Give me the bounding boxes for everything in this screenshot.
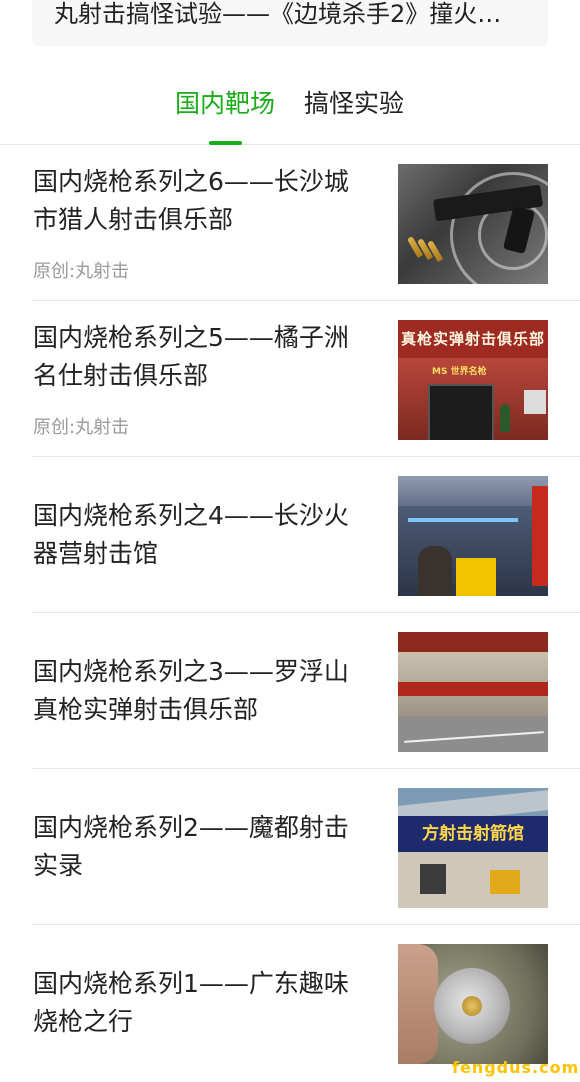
article-title: 国内烧枪系列之6——长沙城市猎人射击俱乐部 bbox=[33, 167, 349, 234]
article-title: 国内烧枪系列1——广东趣味烧枪之行 bbox=[33, 969, 349, 1036]
people-figures bbox=[418, 546, 452, 596]
article-title: 国内烧枪系列2——魔都射击实录 bbox=[33, 813, 349, 880]
tab-funny-experiments[interactable]: 搞怪实验 bbox=[304, 84, 404, 120]
article-item[interactable]: 国内烧枪系列之5——橘子洲名仕射击俱乐部 原创:丸射击 真枪实弹射击俱乐部 MS… bbox=[0, 301, 580, 457]
storefront-small-sign: MS 世界名枪 bbox=[432, 367, 487, 377]
air-conditioner bbox=[524, 390, 546, 414]
article-thumbnail: 方射击射箭馆 bbox=[398, 788, 548, 908]
ceiling bbox=[398, 476, 548, 506]
shop-sign: 方射击射箭馆 bbox=[398, 816, 548, 852]
article-title: 国内烧枪系列之4——长沙火器营射击馆 bbox=[33, 501, 349, 568]
red-sign bbox=[532, 486, 548, 586]
building-top-sign bbox=[398, 632, 548, 652]
article-item[interactable]: 国内烧枪系列2——魔都射击实录 方射击射箭馆 bbox=[0, 769, 580, 925]
poster-board bbox=[456, 558, 496, 596]
article-item[interactable]: 国内烧枪系列之3——罗浮山真枪实弹射击俱乐部 bbox=[0, 613, 580, 769]
shell-primer bbox=[462, 996, 482, 1016]
storefront-sign: 真枪实弹射击俱乐部 bbox=[398, 320, 548, 358]
article-meta: 原创:丸射击 bbox=[33, 261, 130, 282]
article-thumbnail bbox=[398, 632, 548, 752]
shop-window bbox=[420, 864, 446, 894]
article-title: 国内烧枪系列之3——罗浮山真枪实弹射击俱乐部 bbox=[33, 657, 349, 724]
article-thumbnail bbox=[398, 476, 548, 596]
tab-domestic-range[interactable]: 国内靶场 bbox=[175, 84, 275, 120]
article-thumbnail bbox=[398, 944, 548, 1064]
shop-banner bbox=[398, 682, 548, 696]
watermark: fengdus.com bbox=[452, 1058, 580, 1077]
person-figure bbox=[500, 404, 510, 432]
article-thumbnail: 真枪实弹射击俱乐部 MS 世界名枪 bbox=[398, 320, 548, 440]
storefront-door bbox=[428, 384, 494, 440]
article-item[interactable]: 国内烧枪系列之4——长沙火器营射击馆 bbox=[0, 457, 580, 613]
finger bbox=[398, 944, 438, 1064]
article-title: 国内烧枪系列之5——橘子洲名仕射击俱乐部 bbox=[33, 323, 349, 390]
article-meta: 原创:丸射击 bbox=[33, 417, 130, 438]
article-thumbnail bbox=[398, 164, 548, 284]
article-item[interactable]: 国内烧枪系列之6——长沙城市猎人射击俱乐部 原创:丸射击 bbox=[0, 145, 580, 301]
top-banner-card[interactable]: 丸射击搞怪试验——《边境杀手2》撞火射... bbox=[32, 0, 548, 46]
neon-light bbox=[408, 518, 518, 522]
shop-panel bbox=[490, 870, 520, 894]
article-list: 国内烧枪系列之6——长沙城市猎人射击俱乐部 原创:丸射击 国内烧枪系列之5——橘… bbox=[0, 145, 580, 1081]
tab-bar: 国内靶场 搞怪实验 bbox=[0, 78, 580, 145]
top-banner-title: 丸射击搞怪试验——《边境杀手2》撞火射... bbox=[54, 0, 524, 28]
